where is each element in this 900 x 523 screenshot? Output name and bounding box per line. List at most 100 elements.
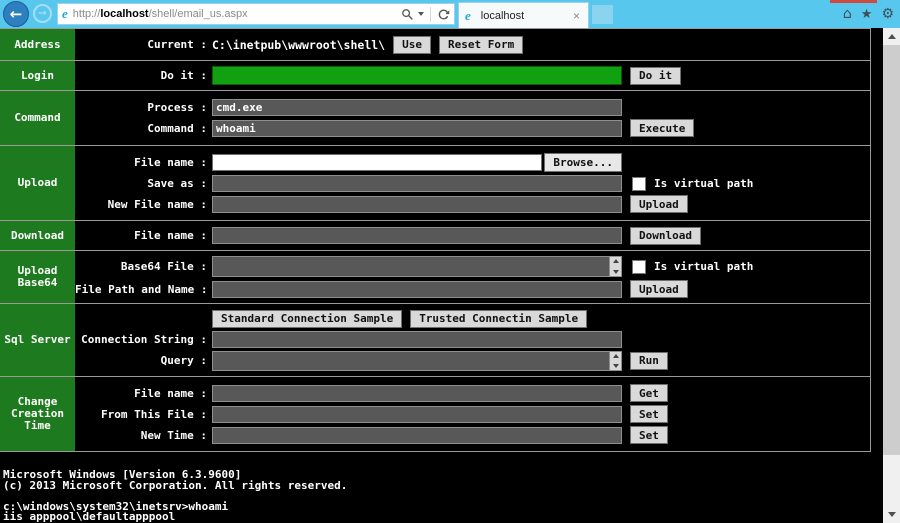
scrollbar-thumb[interactable] [883,45,900,455]
section-label-login: Login [0,61,75,90]
row-download: Download File name : Download [0,221,870,251]
row-command: Command Process : Command : Execute [0,91,870,146]
search-icon[interactable] [401,8,414,21]
ct-file-name-label: File name : [134,386,207,400]
address-bar[interactable]: e http://localhost/shell/email_us.aspx [57,3,455,25]
browse-button[interactable]: Browse... [544,153,622,172]
base64-upload-button[interactable]: Upload [630,280,688,298]
section-label-upload-base64: Upload Base64 [0,251,75,303]
refresh-icon[interactable] [437,8,450,21]
new-file-name-input[interactable] [212,195,622,213]
process-label: Process : [147,101,207,114]
base64-virtual-path-checkbox[interactable] [632,259,646,274]
window-close-sliver [830,0,877,3]
browser-tab-localhost[interactable]: e localhost × [458,2,589,28]
command-label: Command : [147,121,207,135]
console-line: (c) 2013 Microsoft Corporation. All righ… [3,478,348,492]
row-upload-base64: Upload Base64 Base64 File : Is virtual p… [0,251,870,304]
download-file-input[interactable] [212,227,622,244]
tab-close-icon[interactable]: × [571,9,582,23]
upload-virtual-path-label: Is virtual path [654,177,754,190]
login-password-input[interactable] [212,66,622,85]
upload-file-label: File name : [134,156,207,169]
download-file-label: File name : [134,229,207,242]
process-input[interactable] [212,99,622,116]
tab-title: localhost [480,9,525,22]
ct-file-name-input[interactable] [212,384,622,402]
base64-virtual-path-label: Is virtual path [654,260,754,273]
console-output: Microsoft Windows [Version 6.3.9600] (c)… [3,469,348,523]
ie-tab-icon: e [465,7,471,23]
scrollbar-down-button[interactable] [883,506,900,523]
section-label-change-creation-time: Change Creation Time [0,377,75,451]
reset-form-button[interactable]: Reset Form [438,35,524,54]
new-time-input[interactable] [212,426,622,444]
file-path-name-label: File Path and Name : [75,282,208,296]
scrollbar-up-button[interactable] [883,28,900,45]
current-label: Current : [147,38,207,51]
set-new-time-button[interactable]: Set [630,426,668,444]
console-line: iis apppool\defaultapppool [3,510,176,523]
favorites-star-icon[interactable]: ★ [861,7,873,22]
divider [430,6,431,22]
new-file-name-label: New File name : [107,197,207,211]
row-login: Login Do it : Do it [0,61,870,91]
url-path: /shell/email_us.aspx [148,8,248,20]
download-button[interactable]: Download [630,226,701,245]
upload-virtual-path-checkbox[interactable] [632,176,646,191]
save-as-label: Save as : [147,177,207,190]
section-label-sql-server: Sql Server [0,304,75,376]
back-button[interactable]: ← [3,1,29,27]
row-upload: Upload File name : Browse... Save as : I… [0,146,870,221]
forward-arrow-icon: → [38,8,47,19]
section-label-upload: Upload [0,146,75,220]
save-as-input[interactable] [212,175,622,192]
execute-button[interactable]: Execute [630,119,695,137]
home-icon[interactable]: ⌂ [843,6,852,22]
new-time-label: New Time : [140,428,207,442]
vertical-scrollbar[interactable] [883,28,900,523]
upload-file-input[interactable] [212,154,543,171]
textarea-scrollbar[interactable] [609,256,622,277]
base64-file-textarea[interactable] [212,256,609,277]
settings-gear-icon[interactable]: ⚙ [881,6,894,22]
back-arrow-icon: ← [9,5,23,23]
url-text[interactable]: http://localhost/shell/email_us.aspx [73,8,401,20]
scroll-down-icon [887,512,896,517]
search-dropdown-icon[interactable] [418,12,424,16]
query-textarea[interactable] [212,350,609,371]
standard-connection-sample-button[interactable]: Standard Connection Sample [212,309,403,328]
connection-string-input[interactable] [212,330,622,348]
section-label-address: Address [0,29,75,60]
section-label-command: Command [0,91,75,145]
scroll-up-icon [887,34,896,39]
query-label: Query : [160,354,207,367]
trusted-connection-sample-button[interactable]: Trusted Connectin Sample [410,309,588,328]
doit-label: Do it : [160,69,207,82]
base64-file-label: Base64 File : [120,260,207,273]
set-from-file-button[interactable]: Set [630,405,668,423]
url-scheme: http:// [72,8,101,20]
current-path-value: C:\inetpub\wwwroot\shell\ [212,37,386,52]
ie-page-icon: e [62,6,68,21]
from-this-file-label: From This File : [101,407,207,421]
doit-button[interactable]: Do it [630,66,682,85]
row-change-creation-time: Change Creation Time File name : Get Fro… [0,377,870,452]
connection-string-label: Connection String : [81,332,207,346]
from-this-file-input[interactable] [212,405,622,423]
upload-button[interactable]: Upload [630,195,688,213]
browser-chrome: ← → e http://localhost/shell/email_us.as… [0,0,900,28]
textarea-scrollbar[interactable] [609,350,622,371]
new-tab-button[interactable] [592,5,613,24]
run-button[interactable]: Run [630,351,668,370]
command-input[interactable] [212,119,622,137]
row-address: Address Current : C:\inetpub\wwwroot\she… [0,29,870,61]
use-button[interactable]: Use [393,35,431,54]
forward-button[interactable]: → [33,4,52,23]
page-content: Address Current : C:\inetpub\wwwroot\she… [0,28,883,523]
get-button[interactable]: Get [630,384,668,402]
section-label-download: Download [0,221,75,250]
row-sql-server: Sql Server Standard Connection Sample Tr… [0,304,870,377]
file-path-name-input[interactable] [212,280,622,298]
shell-form-table: Address Current : C:\inetpub\wwwroot\she… [0,28,871,452]
